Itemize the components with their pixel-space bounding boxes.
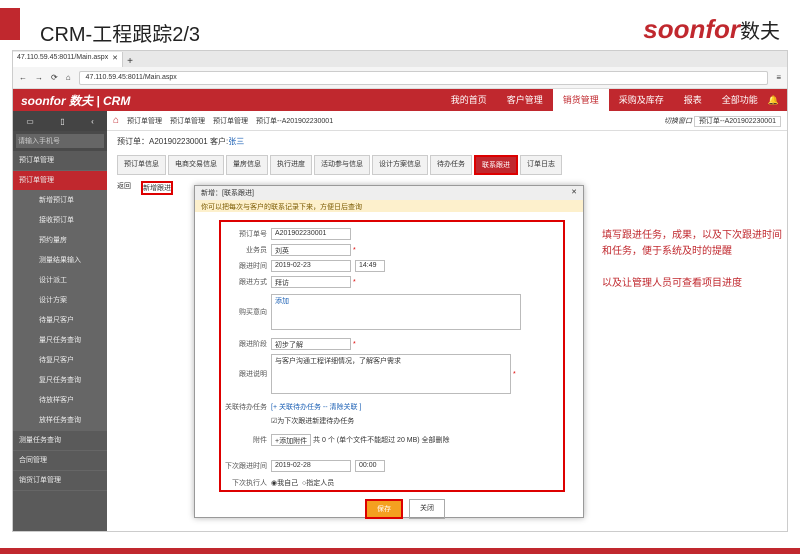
sidebar-item[interactable]: 待放样客户	[13, 391, 107, 411]
nav-purchase[interactable]: 采购及库存	[609, 89, 674, 111]
back-icon[interactable]: ←	[19, 73, 27, 82]
time-field[interactable]: 14:49	[355, 260, 385, 272]
tab-follow-up[interactable]: 联系跟进	[474, 155, 518, 175]
stage-select[interactable]: 初步了解	[271, 338, 351, 350]
app-nav: soonfor 数夫 | CRM 我的首页 客户管理 销货管理 采购及库存 报表…	[13, 89, 787, 111]
new-tab-button[interactable]: +	[123, 56, 137, 67]
sidebar-item[interactable]: 测量任务查询	[13, 431, 107, 451]
bell-icon[interactable]: 🔔	[768, 95, 779, 106]
next-time-field[interactable]: 00:00	[355, 460, 385, 472]
nav-home[interactable]: 我的首页	[441, 89, 497, 111]
next-date-field[interactable]: 2019-02-28	[271, 460, 351, 472]
task-link[interactable]: [+ 关联待办任务 -- 清除关联 ]	[271, 402, 361, 412]
dialog-note: 你可以把每次与客户的联系记录下来，方便日后查询	[195, 200, 583, 212]
sidebar-item[interactable]: 预约量房	[13, 231, 107, 251]
save-button[interactable]: 保存	[365, 499, 403, 519]
nav-all[interactable]: 全部功能	[712, 89, 768, 111]
crumb[interactable]: 预订单管理	[213, 116, 248, 126]
order-no-field[interactable]: A201902230001	[271, 228, 351, 240]
forward-icon[interactable]: →	[35, 73, 43, 82]
sidebar: ▭ ▯ ‹ 请输入手机号 预订单管理 预订单管理 新增预订单 接收预订单 预约量房 …	[13, 111, 107, 531]
app-brand: soonfor 数夫 | CRM	[21, 93, 131, 108]
browser-tab[interactable]: 47.110.59.45:8011/Main.aspx ✕	[13, 52, 123, 67]
follow-up-dialog: 新增：[联系跟进] ✕ 你可以把每次与客户的联系记录下来，方便日后查询 预订单号 A…	[194, 185, 584, 519]
crumb[interactable]: 预订单管理	[170, 116, 205, 126]
tab[interactable]: 电商交易信息	[168, 155, 224, 175]
attach-button[interactable]: +添加附件	[271, 434, 312, 446]
close-button[interactable]: 关闭	[409, 499, 445, 519]
address-bar[interactable]: 47.110.59.45:8011/Main.aspx	[78, 70, 769, 85]
tab[interactable]: 待办任务	[430, 155, 472, 175]
tab[interactable]: 订单日志	[520, 155, 562, 175]
tab[interactable]: 执行进度	[270, 155, 312, 175]
tab[interactable]: 预订单信息	[117, 155, 166, 175]
sidebar-item[interactable]: 待复尺客户	[13, 351, 107, 371]
collapse-icon[interactable]: ‹	[91, 117, 94, 126]
annotation-2: 以及让管理人员可查看项目进度	[602, 278, 742, 289]
sidebar-item[interactable]: 预订单管理	[13, 151, 107, 171]
mobile-icon[interactable]: ▯	[60, 117, 64, 126]
date-field[interactable]: 2019-02-23	[271, 260, 351, 272]
sidebar-search[interactable]: 请输入手机号	[16, 134, 104, 148]
sidebar-item[interactable]: 合同管理	[13, 451, 107, 471]
annotation-1: 填写跟进任务，成果，以及下次跟进时间和任务，便于系统及时的提醒	[602, 230, 782, 257]
method-select[interactable]: 拜访	[271, 276, 351, 288]
brand-logo: soonfor数夫	[643, 14, 780, 44]
desc-textarea[interactable]: 与客户沟通工程详细情况，了解客户需求	[271, 354, 511, 394]
slide-title: CRM-工程跟踪2/3	[40, 24, 201, 46]
detail-tabs: 预订单信息 电商交易信息 量房信息 执行进度 活动参与信息 设计方案信息 待办任务 联系跟进订…	[107, 155, 787, 175]
add-button[interactable]: 添加	[275, 298, 289, 305]
crumb[interactable]: 预订单--A201902230001	[256, 116, 333, 126]
nav-sales[interactable]: 销货管理	[552, 89, 609, 111]
nav-reports[interactable]: 报表	[674, 89, 712, 111]
close-icon[interactable]: ✕	[571, 188, 577, 198]
sidebar-item[interactable]: 设计方案	[13, 291, 107, 311]
switch-window: 切换窗口 预订单--A201902230001	[664, 115, 781, 127]
purchase-box: 添加	[271, 294, 521, 330]
customer-link[interactable]: 张三	[228, 136, 244, 147]
nav-customers[interactable]: 客户管理	[497, 89, 553, 111]
order-header: 预订单：A201902230001 客户: 张三	[117, 136, 245, 147]
sidebar-item[interactable]: 测量结果输入	[13, 251, 107, 271]
close-icon[interactable]: ✕	[112, 54, 118, 65]
sidebar-item[interactable]: 复尺任务查询	[13, 371, 107, 391]
sidebar-item[interactable]: 接收预订单	[13, 211, 107, 231]
menu-icon[interactable]: ≡	[776, 73, 781, 82]
tab[interactable]: 活动参与信息	[314, 155, 370, 175]
sidebar-item[interactable]: 新增预订单	[13, 191, 107, 211]
tab[interactable]: 设计方案信息	[372, 155, 428, 175]
tab[interactable]: 量房信息	[226, 155, 268, 175]
slide-footer-bar	[0, 548, 800, 554]
layout-icon[interactable]: ▭	[26, 117, 34, 126]
breadcrumb: ⌂ 预订单管理 预订单管理 预订单管理 预订单--A201902230001 切换窗口…	[107, 111, 787, 131]
home-icon[interactable]: ⌂	[113, 115, 119, 126]
staff-field[interactable]: 刘英	[271, 244, 351, 256]
slide-accent-bar	[0, 8, 20, 40]
new-follow-up-button[interactable]: 新增跟进	[141, 181, 173, 195]
crumb[interactable]: 预订单管理	[127, 116, 162, 126]
sidebar-item[interactable]: 预订单管理	[13, 171, 107, 191]
home-icon[interactable]: ⌂	[66, 73, 71, 82]
sidebar-item[interactable]: 放样任务查询	[13, 411, 107, 431]
sidebar-item[interactable]: 销货订单管理	[13, 471, 107, 491]
sidebar-item[interactable]: 设计派工	[13, 271, 107, 291]
sidebar-item[interactable]: 量尺任务查询	[13, 331, 107, 351]
back-button[interactable]: 返回	[117, 181, 131, 195]
dialog-title: 新增：[联系跟进]	[201, 190, 254, 197]
follow-up-form: 预订单号 A201902230001 业务员 刘英 * 跟进时间 2019-02-23 1…	[219, 220, 565, 492]
sidebar-item[interactable]: 待量尺客户	[13, 311, 107, 331]
reload-icon[interactable]: ⟳	[51, 73, 58, 82]
